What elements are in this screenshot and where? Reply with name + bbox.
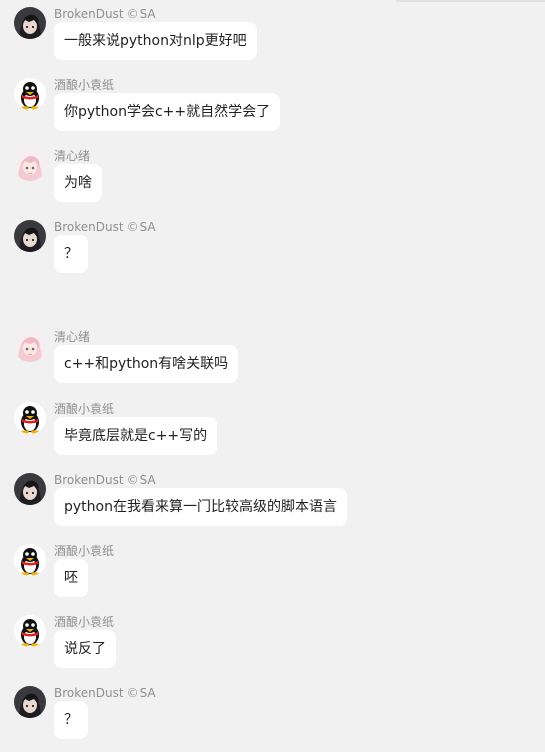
chat-message: BrokenDust ©SA ？ [0,681,545,751]
sender-name[interactable]: 酒酿小袁纸 [54,78,114,92]
message-bubble[interactable]: 说反了 [54,630,116,668]
message-bubble[interactable]: python在我看来算一门比较高级的脚本语言 [54,488,347,526]
message-meta: BrokenDust ©SA [54,219,156,235]
chat-message: BrokenDust ©SA 一般来说python对nlp更好吧 [0,2,545,72]
sender-name[interactable]: 酒酿小袁纸 [54,402,114,416]
avatar-anime-dark-icon[interactable] [14,686,46,718]
message-meta: 酒酿小袁纸 [54,614,114,630]
message-meta: 酒酿小袁纸 [54,77,114,93]
message-bubble[interactable]: 呸 [54,559,88,597]
avatar-anime-dark-icon[interactable] [14,7,46,39]
chat-message: 清心绪 为啥 [0,144,545,214]
copyright-icon: © [126,220,139,234]
sender-name[interactable]: BrokenDust [54,686,124,700]
message-meta: 清心绪 [54,148,90,164]
message-meta: 酒酿小袁纸 [54,543,114,559]
copyright-icon: © [126,7,139,21]
chat-message: 酒酿小袁纸 说反了 [0,610,545,680]
message-meta: 酒酿小袁纸 [54,401,114,417]
sender-title: SA [139,220,156,234]
avatar-penguin-icon[interactable] [14,544,46,576]
sender-title: SA [139,7,156,21]
message-bubble[interactable]: ？ [54,235,88,273]
message-meta: 清心绪 [54,329,90,345]
copyright-icon: © [126,473,139,487]
sender-name[interactable]: BrokenDust [54,7,124,21]
message-bubble[interactable]: 你python学会c++就自然学会了 [54,93,281,131]
message-bubble[interactable]: 一般来说python对nlp更好吧 [54,22,257,60]
message-meta: BrokenDust ©SA [54,6,156,22]
sender-name[interactable]: 酒酿小袁纸 [54,544,114,558]
avatar-anime-dark-icon[interactable] [14,220,46,252]
chat-message-list[interactable]: BrokenDust ©SA 一般来说python对nlp更好吧 酒酿小袁纸 你p… [0,0,545,752]
chat-message: BrokenDust ©SA ？ [0,215,545,285]
message-meta: BrokenDust ©SA [54,472,156,488]
chat-message: 清心绪 c++和python有啥关联吗 [0,325,545,395]
copyright-icon: © [126,686,139,700]
avatar-penguin-icon[interactable] [14,402,46,434]
sender-name[interactable]: BrokenDust [54,473,124,487]
message-bubble[interactable]: 毕竟底层就是c++写的 [54,417,218,455]
avatar-penguin-icon[interactable] [14,615,46,647]
message-bubble[interactable]: c++和python有啥关联吗 [54,345,239,383]
message-bubble[interactable]: ？ [54,701,88,739]
avatar-anime-pink-icon[interactable] [14,330,46,362]
sender-name[interactable]: 清心绪 [54,330,90,344]
message-meta: BrokenDust ©SA [54,685,156,701]
sender-name[interactable]: BrokenDust [54,220,124,234]
sender-name[interactable]: 酒酿小袁纸 [54,615,114,629]
sender-name[interactable]: 清心绪 [54,149,90,163]
sender-title: SA [139,686,156,700]
avatar-penguin-icon[interactable] [14,78,46,110]
avatar-anime-pink-icon[interactable] [14,149,46,181]
chat-message: 酒酿小袁纸 呸 [0,539,545,609]
avatar-anime-dark-icon[interactable] [14,473,46,505]
chat-message: 酒酿小袁纸 毕竟底层就是c++写的 [0,397,545,467]
sender-title: SA [139,473,156,487]
message-bubble[interactable]: 为啥 [54,164,102,202]
chat-message: 酒酿小袁纸 你python学会c++就自然学会了 [0,73,545,143]
chat-message: BrokenDust ©SA python在我看来算一门比较高级的脚本语言 [0,468,545,538]
